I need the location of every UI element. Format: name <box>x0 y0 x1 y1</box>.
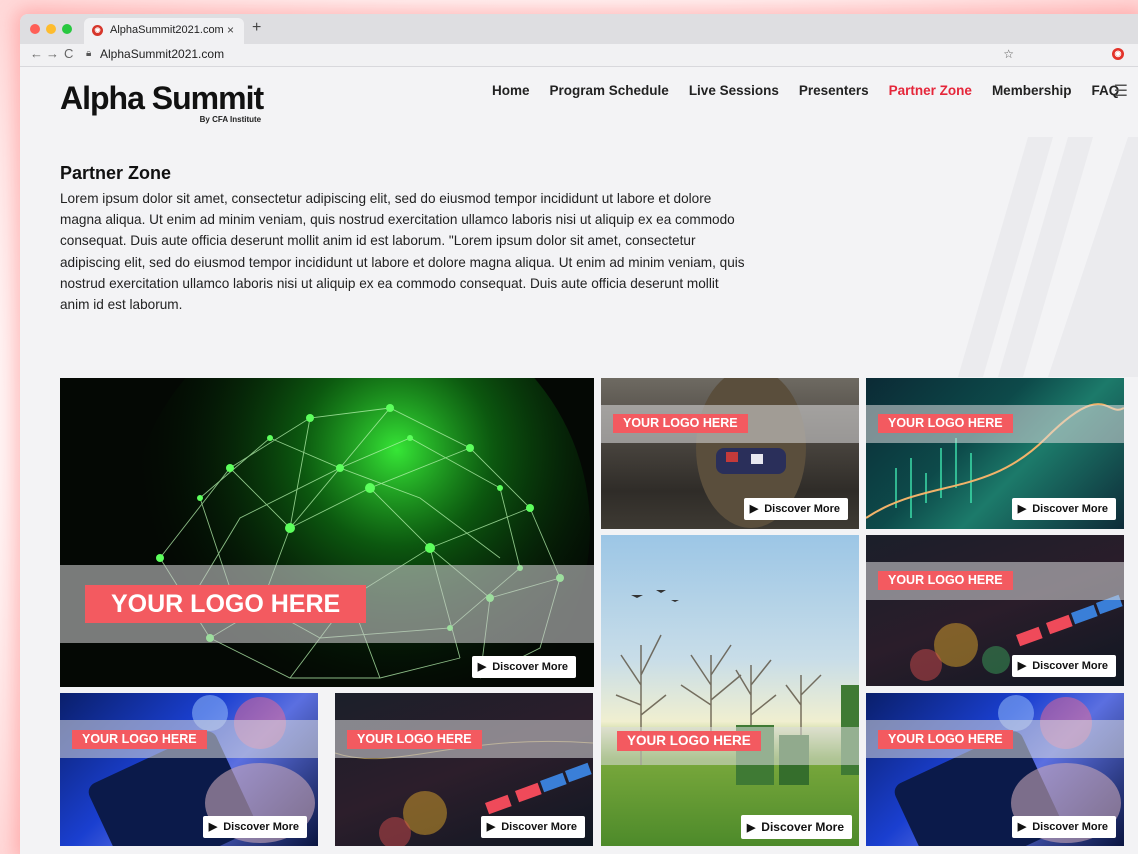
tab-title: AlphaSummit2021.com <box>110 24 224 36</box>
browser-window: ◉ AlphaSummit2021.com × + ← → C 🔒︎ Alpha… <box>20 14 1138 854</box>
discover-more-button[interactable]: ▶ Discover More <box>1011 816 1116 838</box>
partner-logo-placeholder: YOUR LOGO HERE <box>878 730 1013 749</box>
discover-more-label: Discover More <box>1032 821 1108 833</box>
discover-more-label: Discover More <box>1032 660 1108 672</box>
trees-field-image <box>615 590 859 785</box>
partner-logo-placeholder: YOUR LOGO HERE <box>85 585 367 623</box>
partner-tile-chart-bars[interactable]: YOUR LOGO HERE ▶ Discover More <box>866 535 1124 686</box>
discover-more-label: Discover More <box>223 821 299 833</box>
discover-more-button[interactable]: ▶ Discover More <box>480 816 585 838</box>
background-stripes-graphic <box>958 137 1138 377</box>
maximize-window-button[interactable] <box>62 24 72 34</box>
nav-partner-zone[interactable]: Partner Zone <box>889 83 972 98</box>
play-icon: ▶ <box>1017 503 1027 515</box>
logo-subtitle: By CFA Institute <box>199 115 262 124</box>
url-field[interactable]: AlphaSummit2021.com <box>100 47 224 61</box>
partner-logo-placeholder: YOUR LOGO HERE <box>72 730 207 749</box>
site-page: Alpha Summit By CFA Institute Home Progr… <box>20 67 1138 854</box>
partner-tile-chart-bars-2[interactable]: YOUR LOGO HERE ▶ Discover More <box>335 693 593 846</box>
discover-more-button[interactable]: ▶ Discover More <box>1011 655 1116 677</box>
partner-logo-placeholder: YOUR LOGO HERE <box>347 730 482 749</box>
tab-strip: ◉ AlphaSummit2021.com × + <box>20 14 1138 45</box>
discover-more-label: Discover More <box>764 503 840 515</box>
play-icon: ▶ <box>1017 821 1027 833</box>
browser-tab[interactable]: ◉ AlphaSummit2021.com × <box>84 18 244 44</box>
partner-tile-trees[interactable]: YOUR LOGO HERE ▶ Discover More <box>601 535 859 846</box>
discover-more-button[interactable]: ▶ Discover More <box>740 815 852 839</box>
address-bar: ← → C 🔒︎ AlphaSummit2021.com ☆ ◉ <box>20 44 1138 67</box>
top-navigation: Home Program Schedule Live Sessions Pres… <box>492 83 1119 98</box>
play-icon: ▶ <box>746 822 756 834</box>
back-arrow-icon[interactable]: ← <box>30 46 43 61</box>
tab-close-icon[interactable]: × <box>227 23 234 37</box>
partner-tile-phone[interactable]: YOUR LOGO HERE ▶ Discover More <box>60 693 318 846</box>
discover-more-label: Discover More <box>761 820 844 834</box>
play-icon: ▶ <box>477 661 487 673</box>
page-intro-text: Lorem ipsum dolor sit amet, consectetur … <box>60 191 745 313</box>
play-icon: ▶ <box>749 503 759 515</box>
partner-logo-placeholder: YOUR LOGO HERE <box>878 571 1013 590</box>
nav-home[interactable]: Home <box>492 83 530 98</box>
partner-tile-phone-2[interactable]: YOUR LOGO HERE ▶ Discover More <box>866 693 1124 846</box>
close-window-button[interactable] <box>30 24 40 34</box>
site-favicon-icon: ◉ <box>92 25 103 36</box>
lock-icon: 🔒︎ <box>86 48 92 59</box>
nav-presenters[interactable]: Presenters <box>799 83 869 98</box>
partner-tile-statue[interactable]: YOUR LOGO HERE ▶ Discover More <box>601 378 859 529</box>
discover-more-button[interactable]: ▶ Discover More <box>471 656 576 678</box>
discover-more-label: Discover More <box>501 821 577 833</box>
partner-tile-chart-green[interactable]: YOUR LOGO HERE ▶ Discover More <box>866 378 1124 529</box>
partner-logo-placeholder: YOUR LOGO HERE <box>617 731 761 751</box>
site-logo[interactable]: Alpha Summit By CFA Institute <box>60 80 264 124</box>
partner-logo-placeholder: YOUR LOGO HERE <box>878 414 1013 433</box>
nav-program-schedule[interactable]: Program Schedule <box>550 83 669 98</box>
discover-more-button[interactable]: ▶ Discover More <box>202 816 307 838</box>
discover-more-button[interactable]: ▶ Discover More <box>1011 498 1116 520</box>
discover-more-label: Discover More <box>1032 503 1108 515</box>
logo-wordmark: Alpha Summit <box>60 80 264 116</box>
hamburger-menu-icon[interactable]: ☰ <box>1114 81 1128 101</box>
discover-more-button[interactable]: ▶ Discover More <box>743 498 848 520</box>
play-icon: ▶ <box>486 821 496 833</box>
new-tab-button[interactable]: + <box>252 19 261 37</box>
partner-tile-large[interactable]: YOUR LOGO HERE ▶ Discover More <box>60 378 594 687</box>
play-icon: ▶ <box>1017 660 1027 672</box>
extension-icon[interactable]: ◉ <box>1112 48 1124 60</box>
play-icon: ▶ <box>208 821 218 833</box>
nav-live-sessions[interactable]: Live Sessions <box>689 83 779 98</box>
partner-logo-placeholder: YOUR LOGO HERE <box>613 414 748 433</box>
minimize-window-button[interactable] <box>46 24 56 34</box>
discover-more-label: Discover More <box>492 661 568 673</box>
bookmark-star-icon[interactable]: ☆ <box>1003 47 1014 61</box>
nav-membership[interactable]: Membership <box>992 83 1072 98</box>
page-title: Partner Zone <box>60 163 172 183</box>
reload-icon[interactable]: C <box>64 46 73 61</box>
forward-arrow-icon[interactable]: → <box>46 46 59 61</box>
